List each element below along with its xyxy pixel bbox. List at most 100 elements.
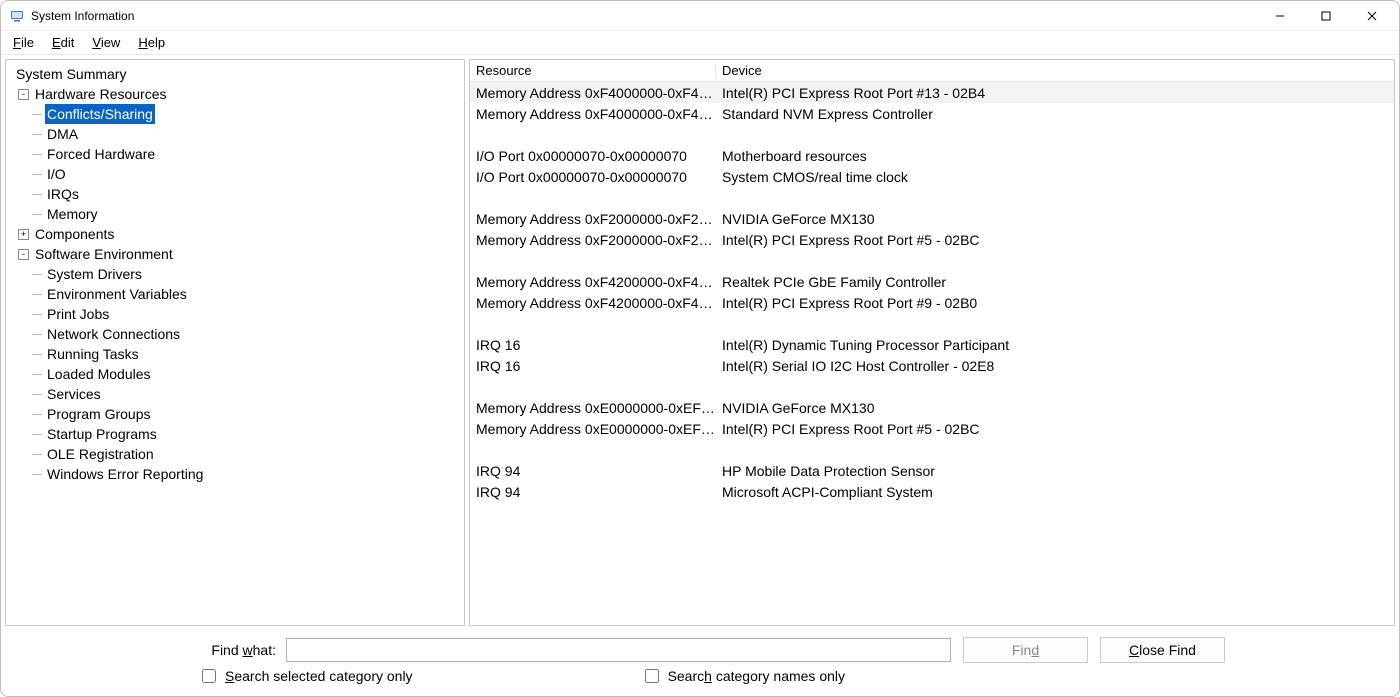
tree-services[interactable]: Services: [6, 384, 464, 404]
grid-row[interactable]: Memory Address 0xF2000000-0xF2FFF...NVID…: [470, 208, 1394, 229]
cell-device: Intel(R) PCI Express Root Port #9 - 02B0: [716, 295, 1394, 311]
menu-edit[interactable]: Edit: [44, 33, 82, 52]
grid-row[interactable]: I/O Port 0x00000070-0x00000070Motherboar…: [470, 145, 1394, 166]
grid-row[interactable]: IRQ 16Intel(R) Dynamic Tuning Processor …: [470, 334, 1394, 355]
grid: Resource Device Memory Address 0xF400000…: [470, 60, 1394, 502]
tree-running-tasks[interactable]: Running Tasks: [6, 344, 464, 364]
window-title: System Information: [31, 9, 134, 23]
tree-ole-registration[interactable]: OLE Registration: [6, 444, 464, 464]
grid-row[interactable]: Memory Address 0xF4000000-0xF40FF...Inte…: [470, 82, 1394, 103]
grid-row[interactable]: IRQ 16Intel(R) Serial IO I2C Host Contro…: [470, 355, 1394, 376]
tree-environment-variables[interactable]: Environment Variables: [6, 284, 464, 304]
grid-body: Memory Address 0xF4000000-0xF40FF...Inte…: [470, 82, 1394, 502]
spacer-row: [470, 439, 1394, 460]
cell-device: NVIDIA GeForce MX130: [716, 211, 1394, 227]
spacer-row: [470, 187, 1394, 208]
tree[interactable]: System Summary -Hardware Resources Confl…: [6, 64, 464, 484]
tree-windows-error-reporting[interactable]: Windows Error Reporting: [6, 464, 464, 484]
find-bar: Find what: Find Close Find Search select…: [1, 630, 1399, 696]
minimize-button[interactable]: [1257, 1, 1303, 31]
titlebar: System Information: [1, 1, 1399, 31]
spacer-row: [470, 376, 1394, 397]
cell-resource: Memory Address 0xF2000000-0xF2FFF...: [470, 232, 716, 248]
spacer-row: [470, 313, 1394, 334]
grid-row[interactable]: Memory Address 0xF4200000-0xF4203...Real…: [470, 271, 1394, 292]
cell-resource: I/O Port 0x00000070-0x00000070: [470, 148, 716, 164]
column-resource[interactable]: Resource: [470, 63, 716, 78]
tree-panel: System Summary -Hardware Resources Confl…: [5, 59, 465, 626]
grid-row[interactable]: IRQ 94Microsoft ACPI-Compliant System: [470, 481, 1394, 502]
grid-row[interactable]: Memory Address 0xF2000000-0xF2FFF...Inte…: [470, 229, 1394, 250]
expand-icon[interactable]: +: [18, 229, 29, 240]
spacer-row: [470, 124, 1394, 145]
cell-device: Intel(R) PCI Express Root Port #5 - 02BC: [716, 421, 1394, 437]
cell-resource: Memory Address 0xF4000000-0xF40FF...: [470, 85, 716, 101]
cell-device: Intel(R) Dynamic Tuning Processor Partic…: [716, 337, 1394, 353]
cell-resource: Memory Address 0xF4200000-0xF4203...: [470, 295, 716, 311]
collapse-icon[interactable]: -: [18, 249, 29, 260]
cell-resource: IRQ 94: [470, 463, 716, 479]
cell-device: Intel(R) PCI Express Root Port #5 - 02BC: [716, 232, 1394, 248]
cell-device: System CMOS/real time clock: [716, 169, 1394, 185]
tree-hardware-resources[interactable]: -Hardware Resources: [6, 84, 464, 104]
find-what-label: Find what:: [11, 642, 286, 658]
cell-device: Intel(R) Serial IO I2C Host Controller -…: [716, 358, 1394, 374]
cell-resource: I/O Port 0x00000070-0x00000070: [470, 169, 716, 185]
cell-resource: Memory Address 0xE0000000-0xEFFFF...: [470, 421, 716, 437]
cell-resource: Memory Address 0xF4200000-0xF4203...: [470, 274, 716, 290]
menu-help[interactable]: Help: [130, 33, 173, 52]
tree-software-environment[interactable]: -Software Environment: [6, 244, 464, 264]
cell-device: NVIDIA GeForce MX130: [716, 400, 1394, 416]
cell-resource: Memory Address 0xF4000000-0xF40FF...: [470, 106, 716, 122]
cell-device: Intel(R) PCI Express Root Port #13 - 02B…: [716, 85, 1394, 101]
cell-resource: IRQ 16: [470, 337, 716, 353]
cell-resource: IRQ 94: [470, 484, 716, 500]
tree-network-connections[interactable]: Network Connections: [6, 324, 464, 344]
menu-file[interactable]: File: [5, 33, 42, 52]
tree-startup-programs[interactable]: Startup Programs: [6, 424, 464, 444]
grid-row[interactable]: Memory Address 0xE0000000-0xEFFFF...NVID…: [470, 397, 1394, 418]
cell-device: Microsoft ACPI-Compliant System: [716, 484, 1394, 500]
grid-row[interactable]: Memory Address 0xE0000000-0xEFFFF...Inte…: [470, 418, 1394, 439]
find-button[interactable]: Find: [963, 637, 1088, 663]
collapse-icon[interactable]: -: [18, 89, 29, 100]
tree-system-summary[interactable]: System Summary: [6, 64, 464, 84]
body: System Summary -Hardware Resources Confl…: [1, 55, 1399, 630]
tree-io[interactable]: I/O: [6, 164, 464, 184]
cell-device: HP Mobile Data Protection Sensor: [716, 463, 1394, 479]
tree-memory[interactable]: Memory: [6, 204, 464, 224]
cell-resource: IRQ 16: [470, 358, 716, 374]
grid-panel: Resource Device Memory Address 0xF400000…: [469, 59, 1395, 626]
menu-view[interactable]: View: [84, 33, 128, 52]
column-device[interactable]: Device: [716, 63, 1394, 78]
tree-system-drivers[interactable]: System Drivers: [6, 264, 464, 284]
menubar: File Edit View Help: [1, 31, 1399, 55]
maximize-button[interactable]: [1303, 1, 1349, 31]
cell-resource: Memory Address 0xF2000000-0xF2FFF...: [470, 211, 716, 227]
cell-device: Motherboard resources: [716, 148, 1394, 164]
grid-row[interactable]: IRQ 94HP Mobile Data Protection Sensor: [470, 460, 1394, 481]
cell-resource: Memory Address 0xE0000000-0xEFFFF...: [470, 400, 716, 416]
find-input[interactable]: [286, 638, 951, 662]
close-button[interactable]: [1349, 1, 1395, 31]
tree-dma[interactable]: DMA: [6, 124, 464, 144]
tree-forced-hardware[interactable]: Forced Hardware: [6, 144, 464, 164]
close-find-button[interactable]: Close Find: [1100, 637, 1225, 663]
search-selected-checkbox[interactable]: Search selected category only: [198, 666, 413, 686]
tree-components[interactable]: +Components: [6, 224, 464, 244]
grid-header[interactable]: Resource Device: [470, 60, 1394, 82]
cell-device: Standard NVM Express Controller: [716, 106, 1394, 122]
spacer-row: [470, 250, 1394, 271]
tree-print-jobs[interactable]: Print Jobs: [6, 304, 464, 324]
grid-row[interactable]: Memory Address 0xF4000000-0xF40FF...Stan…: [470, 103, 1394, 124]
tree-loaded-modules[interactable]: Loaded Modules: [6, 364, 464, 384]
cell-device: Realtek PCIe GbE Family Controller: [716, 274, 1394, 290]
window: System Information File Edit View Help S…: [0, 0, 1400, 697]
grid-row[interactable]: I/O Port 0x00000070-0x00000070System CMO…: [470, 166, 1394, 187]
app-icon: [9, 8, 25, 24]
search-names-checkbox[interactable]: Search category names only: [641, 666, 845, 686]
tree-irqs[interactable]: IRQs: [6, 184, 464, 204]
tree-program-groups[interactable]: Program Groups: [6, 404, 464, 424]
tree-conflicts-sharing[interactable]: Conflicts/Sharing: [6, 104, 464, 124]
grid-row[interactable]: Memory Address 0xF4200000-0xF4203...Inte…: [470, 292, 1394, 313]
